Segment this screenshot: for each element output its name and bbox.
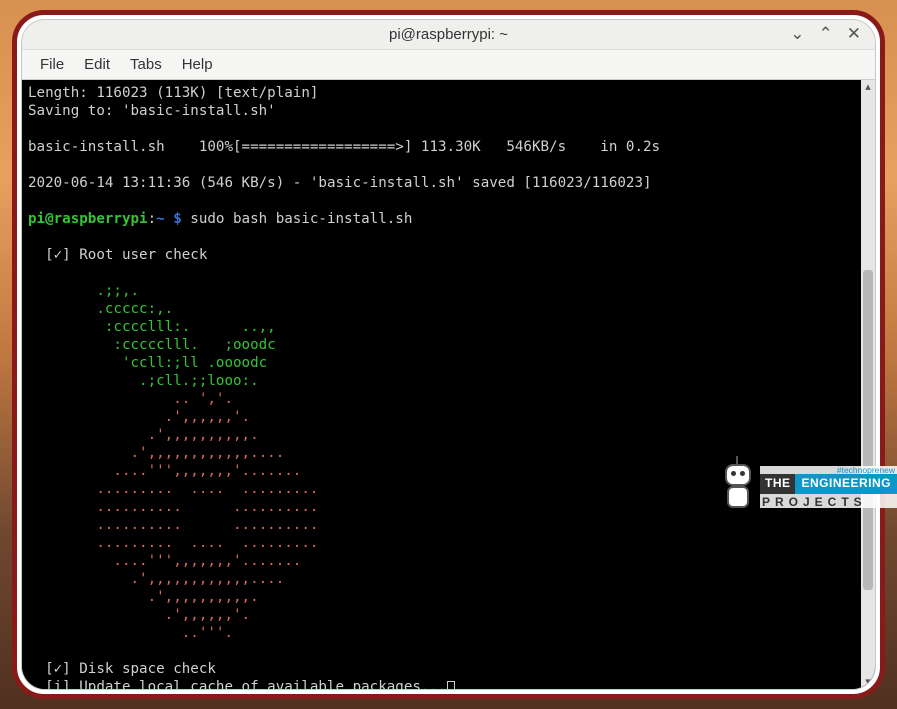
outer-frame: pi@raspberrypi: ~ ⌄ ⌃ ✕ File Edit Tabs H… xyxy=(12,10,885,699)
menubar: File Edit Tabs Help xyxy=(22,50,875,80)
ascii-berry: .',,,,,,,,,,. xyxy=(28,427,259,443)
window-controls: ⌄ ⌃ ✕ xyxy=(790,24,861,44)
watermark-hashtag: #technoprenew xyxy=(760,466,897,475)
ascii-leaf: :ccccclll. ;ooodc xyxy=(28,337,276,353)
wget-length-line: Length: 116023 (113K) [text/plain] xyxy=(28,85,318,101)
ascii-berry: .',,,,,,'. xyxy=(28,409,250,425)
ascii-berry: .',,,,,,,,,,. xyxy=(28,589,259,605)
update-packages-line: [i] Update local cache of available pack… xyxy=(28,679,447,689)
watermark-logo: #technoprenew THE ENGINEERING PROJECTS xyxy=(716,458,897,516)
watermark-the: THE xyxy=(760,474,796,494)
window-title: pi@raspberrypi: ~ xyxy=(389,26,508,43)
watermark-text: #technoprenew THE ENGINEERING PROJECTS xyxy=(760,466,897,509)
watermark-projects: PROJECTS xyxy=(760,494,897,508)
ascii-leaf: 'ccll:;ll .oooodc xyxy=(28,355,267,371)
prompt-user: pi@raspberrypi xyxy=(28,211,148,227)
titlebar: pi@raspberrypi: ~ ⌄ ⌃ ✕ xyxy=(22,20,875,50)
ascii-berry: ......... .... ......... xyxy=(28,535,318,551)
ascii-leaf: .;;,. xyxy=(28,283,139,299)
ascii-leaf: .ccccc:,. xyxy=(28,301,173,317)
vertical-scrollbar[interactable]: ▴ ▾ xyxy=(861,80,875,689)
ascii-berry: ....''',,,,,,,'....... xyxy=(28,553,301,569)
ascii-berry: .',,,,,,,,,,,,.... xyxy=(28,445,284,461)
ascii-leaf: .;cll.;;looo:. xyxy=(28,373,259,389)
wget-progress-line: basic-install.sh 100%[==================… xyxy=(28,139,660,155)
ascii-berry: ..'''. xyxy=(28,625,233,641)
ascii-berry: ......... .... ......... xyxy=(28,481,318,497)
disk-space-check: [✓] Disk space check xyxy=(28,661,216,677)
terminal-area: Length: 116023 (113K) [text/plain] Savin… xyxy=(22,80,875,689)
close-button[interactable]: ✕ xyxy=(847,24,861,44)
maximize-button[interactable]: ⌃ xyxy=(819,24,833,44)
ascii-berry: .. ','. xyxy=(28,391,233,407)
prompt-command: sudo bash basic-install.sh xyxy=(182,211,413,227)
root-user-check: [✓] Root user check xyxy=(28,247,207,263)
scrollbar-thumb[interactable] xyxy=(863,270,873,590)
scroll-down-icon[interactable]: ▾ xyxy=(861,675,875,689)
prompt-path: ~ $ xyxy=(156,211,182,227)
ascii-leaf: :cccclll:. ..,, xyxy=(28,319,276,335)
terminal-output[interactable]: Length: 116023 (113K) [text/plain] Savin… xyxy=(22,80,861,689)
watermark-engineering: ENGINEERING xyxy=(795,474,897,494)
wget-saved-line: 2020-06-14 13:11:36 (546 KB/s) - 'basic-… xyxy=(28,175,652,191)
menu-edit[interactable]: Edit xyxy=(78,54,116,75)
ascii-berry: .',,,,,,'. xyxy=(28,607,250,623)
minimize-button[interactable]: ⌄ xyxy=(790,24,804,44)
cursor-icon xyxy=(447,681,455,689)
prompt-sep: : xyxy=(148,211,157,227)
menu-help[interactable]: Help xyxy=(176,54,219,75)
robot-icon xyxy=(716,458,760,516)
terminal-window: pi@raspberrypi: ~ ⌄ ⌃ ✕ File Edit Tabs H… xyxy=(21,19,876,690)
ascii-berry: .',,,,,,,,,,,,.... xyxy=(28,571,284,587)
wget-saving-line: Saving to: 'basic-install.sh' xyxy=(28,103,276,119)
ascii-berry: ....''',,,,,,,'....... xyxy=(28,463,301,479)
menu-tabs[interactable]: Tabs xyxy=(124,54,168,75)
ascii-berry: .......... .......... xyxy=(28,499,318,515)
menu-file[interactable]: File xyxy=(34,54,70,75)
scroll-up-icon[interactable]: ▴ xyxy=(861,80,875,94)
ascii-berry: .......... .......... xyxy=(28,517,318,533)
